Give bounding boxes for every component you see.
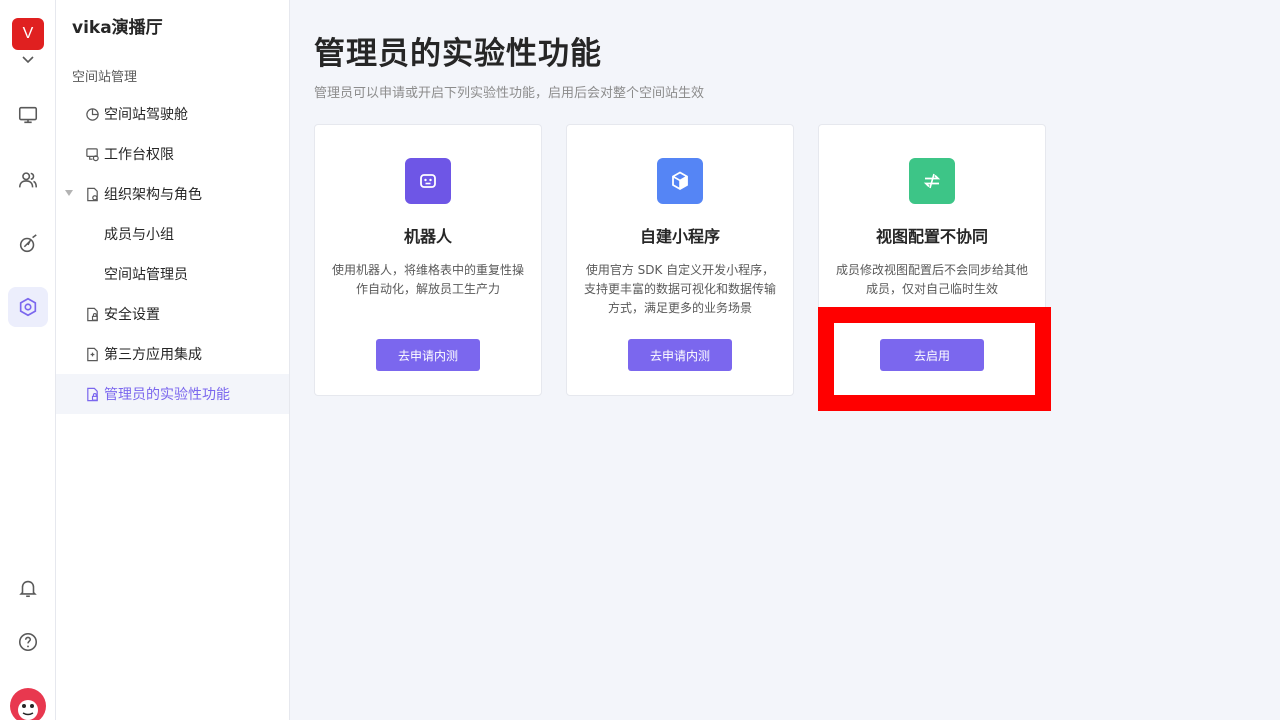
sidebar-item-label: 成员与小组	[104, 227, 174, 243]
workbench-icon	[18, 106, 38, 124]
feature-card-robot: 机器人 使用机器人，将维格表中的重复性操作自动化，解放员工生产力 去申请内测	[314, 124, 542, 396]
notification-bell-icon	[19, 580, 37, 598]
feature-description: 使用官方 SDK 自定义开发小程序，支持更丰富的数据可视化和数据传输方式，满足更…	[583, 263, 776, 315]
sidebar-item-workbench-permission[interactable]: 工作台权限	[56, 134, 289, 174]
org-structure-icon	[84, 186, 100, 202]
page-title: 管理员的实验性功能	[314, 36, 602, 72]
sidebar-item-space-admins[interactable]: 空间站管理员	[56, 254, 289, 294]
sync-off-icon	[909, 158, 955, 204]
feature-title: 视图配置不协同	[875, 227, 988, 246]
contacts-icon	[18, 172, 38, 188]
sidebar-item-label: 管理员的实验性功能	[104, 387, 230, 403]
chevron-down-icon[interactable]	[20, 54, 36, 66]
feature-title: 机器人	[403, 227, 452, 246]
explore-button[interactable]	[8, 224, 48, 264]
sidebar-item-experimental[interactable]: 管理员的实验性功能	[56, 374, 289, 414]
feature-card-view-sync: 视图配置不协同 成员修改视图配置后不会同步给其他成员，仅对自己临时生效 去启用	[818, 124, 1046, 396]
apply-beta-button[interactable]: 去申请内测	[376, 339, 480, 371]
page-description: 管理员可以申请或开启下列实验性功能，启用后会对整个空间站生效	[314, 86, 705, 101]
left-rail: V	[0, 0, 56, 720]
experimental-lab-icon	[84, 386, 100, 402]
sidebar-item-label: 组织架构与角色	[104, 187, 202, 203]
space-management-icon	[19, 297, 37, 317]
feature-card-widget: 自建小程序 使用官方 SDK 自定义开发小程序，支持更丰富的数据可视化和数据传输…	[566, 124, 794, 396]
explore-icon	[19, 234, 37, 253]
feature-title: 自建小程序	[639, 227, 720, 246]
sidebar-item-label: 第三方应用集成	[104, 347, 202, 363]
sidebar-item-members-groups[interactable]: 成员与小组	[56, 214, 289, 254]
sidebar-item-dashboard[interactable]: 空间站驾驶舱	[56, 94, 289, 134]
space-avatar[interactable]: V	[12, 18, 44, 50]
workbench-permission-icon	[84, 146, 100, 162]
apply-beta-button[interactable]: 去申请内测	[628, 339, 732, 371]
sidebar-item-security[interactable]: 安全设置	[56, 294, 289, 334]
notification-button[interactable]	[8, 568, 48, 608]
space-management-button[interactable]	[8, 287, 48, 327]
secondary-sidebar: vika演播厅 空间站管理 空间站驾驶舱 工作台权限 组织架构与角色 成员与小组…	[56, 0, 290, 720]
space-name: vika演播厅	[72, 18, 163, 38]
main-content: 管理员的实验性功能 管理员可以申请或开启下列实验性功能，启用后会对整个空间站生效…	[290, 0, 1280, 720]
sidebar-item-label: 安全设置	[104, 307, 160, 323]
enable-button[interactable]: 去启用	[880, 339, 984, 371]
contacts-button[interactable]	[8, 160, 48, 200]
workbench-button[interactable]	[8, 95, 48, 135]
security-lock-icon	[84, 306, 100, 322]
widget-cube-icon	[657, 158, 703, 204]
sidebar-item-label: 空间站管理员	[104, 267, 188, 283]
sidebar-item-label: 工作台权限	[104, 147, 174, 163]
user-avatar[interactable]	[10, 688, 46, 720]
section-title: 空间站管理	[72, 70, 138, 85]
robot-icon	[405, 158, 451, 204]
help-button[interactable]	[8, 622, 48, 662]
sidebar-item-integration[interactable]: 第三方应用集成	[56, 334, 289, 374]
dashboard-pie-icon	[84, 106, 100, 122]
feature-description: 使用机器人，将维格表中的重复性操作自动化，解放员工生产力	[331, 263, 524, 296]
expand-caret-icon[interactable]	[65, 190, 73, 196]
feature-description: 成员修改视图配置后不会同步给其他成员，仅对自己临时生效	[835, 263, 1028, 296]
help-icon	[18, 632, 38, 652]
integration-icon	[84, 346, 100, 362]
sidebar-item-org-structure[interactable]: 组织架构与角色	[56, 174, 289, 214]
avatar	[18, 700, 38, 720]
sidebar-item-label: 空间站驾驶舱	[104, 107, 188, 123]
